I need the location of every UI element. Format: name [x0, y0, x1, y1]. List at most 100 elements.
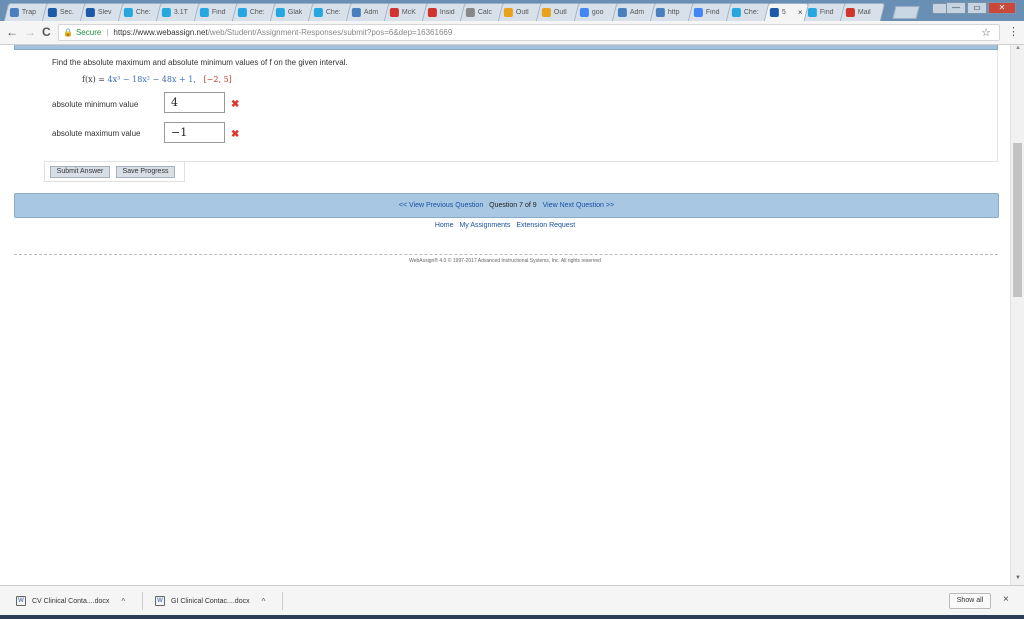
tab-label: Adm: [629, 9, 645, 16]
forward-button[interactable]: →: [24, 25, 36, 39]
address-bar[interactable]: 🔒 Secure | https://www.webassign.net /we…: [58, 24, 1000, 41]
webassign-page: Find the absolute maximum and absolute m…: [0, 45, 1010, 585]
extension-request-link[interactable]: Extension Request: [516, 222, 575, 229]
tab-label: 3.1T: [173, 9, 188, 16]
tab-label: Outl: [515, 9, 529, 16]
scrollbar-thumb[interactable]: [1013, 143, 1022, 297]
tab-label: Che:: [743, 9, 759, 16]
url-path: /web/Student/Assignment-Responses/submit…: [207, 28, 453, 37]
save-progress-button[interactable]: Save Progress: [116, 166, 175, 178]
tab-favicon-icon: [85, 8, 95, 17]
tab-label: Slev: [97, 9, 112, 16]
restore-button[interactable]: ▭: [967, 2, 987, 14]
tab-favicon-icon: [693, 8, 703, 17]
download-filename: CV Clinical Conta....docx: [32, 597, 110, 605]
tab-favicon-icon: [845, 8, 855, 17]
tab-favicon-icon: [769, 8, 779, 17]
tab-favicon-icon: [123, 8, 133, 17]
reload-button[interactable]: C: [42, 25, 51, 39]
tab-label: McK: [401, 9, 416, 16]
tab-label: Find: [705, 9, 720, 16]
tab-label: Find: [819, 9, 834, 16]
max-answer-input[interactable]: −1: [164, 122, 225, 143]
close-download-bar-icon[interactable]: ×: [1003, 594, 1009, 605]
my-assignments-link[interactable]: My Assignments: [459, 222, 510, 229]
tab-label: http: [667, 9, 680, 16]
scroll-up-icon[interactable]: ▲: [1011, 45, 1024, 55]
tab-favicon-icon: [313, 8, 323, 17]
download-divider: [282, 592, 283, 610]
min-answer-input[interactable]: 4: [164, 92, 225, 113]
back-button[interactable]: ←: [6, 25, 18, 39]
word-document-icon: W: [155, 596, 165, 606]
bookmark-star-icon[interactable]: ☆: [981, 26, 991, 39]
tab-label: Adm: [363, 9, 379, 16]
tab-favicon-icon: [731, 8, 741, 17]
tab-label: Che:: [249, 9, 265, 16]
tab-favicon-icon: [199, 8, 209, 17]
secure-label: Secure: [75, 28, 102, 37]
vertical-scrollbar[interactable]: ▲ ▼: [1010, 45, 1024, 585]
tab-label: Trap: [21, 9, 37, 16]
os-taskbar: [0, 615, 1024, 619]
incorrect-icon: ✖: [231, 99, 240, 110]
browser-tab[interactable]: 5 ×: [763, 3, 810, 21]
tab-label: Sec.: [59, 9, 74, 16]
tab-favicon-icon: [47, 8, 57, 17]
tab-label: Glak: [287, 9, 303, 16]
show-all-button[interactable]: Show all: [949, 593, 991, 609]
tab-favicon-icon: [9, 8, 19, 17]
question-nav-bar: << View Previous Question Question 7 of …: [14, 193, 999, 218]
footer-divider: [14, 254, 998, 255]
download-item[interactable]: W GI Clinical Contac....docx ^: [155, 593, 265, 609]
download-divider: [142, 592, 143, 610]
tab-favicon-icon: [427, 8, 437, 17]
browser-tab[interactable]: Mail: [839, 3, 886, 21]
tab-label: 5: [781, 9, 786, 16]
tab-favicon-icon: [579, 8, 589, 17]
incorrect-icon: ✖: [231, 129, 240, 140]
tab-favicon-icon: [351, 8, 361, 17]
close-window-button[interactable]: ✕: [988, 2, 1016, 14]
max-label: absolute maximum value: [52, 129, 141, 138]
minimize-button[interactable]: —: [946, 2, 966, 14]
tab-favicon-icon: [807, 8, 817, 17]
word-document-icon: W: [16, 596, 26, 606]
function-lhs: f(x) =: [82, 75, 108, 84]
chevron-up-icon[interactable]: ^: [121, 597, 125, 606]
tab-favicon-icon: [541, 8, 551, 17]
next-question-link[interactable]: View Next Question >>: [543, 202, 614, 209]
function-interval: [−2, 5]: [203, 75, 232, 84]
tab-favicon-icon: [617, 8, 627, 17]
url-host: https://www.webassign.net: [113, 28, 208, 37]
tab-label: Calc: [477, 9, 492, 16]
tab-label: Che:: [135, 9, 151, 16]
function-expression: f(x) = 4x³ − 18x² − 48x + 1, [−2, 5]: [82, 75, 232, 84]
download-item[interactable]: W CV Clinical Conta....docx ^: [16, 593, 125, 609]
tab-favicon-icon: [275, 8, 285, 17]
window-controls: — ▭ ✕: [946, 2, 1016, 14]
tab-label: goo: [591, 9, 604, 16]
submit-answer-button[interactable]: Submit Answer: [50, 166, 110, 178]
tab-label: Insid: [439, 9, 455, 16]
home-link[interactable]: Home: [435, 222, 454, 229]
question-counter: Question 7 of 9: [489, 202, 537, 209]
question-prompt: Find the absolute maximum and absolute m…: [52, 58, 348, 67]
scroll-down-icon[interactable]: ▼: [1011, 575, 1024, 585]
tab-list: Trap Sec. Slev Che: 3.1T Find Che: Glak Che: Adm M…: [3, 3, 886, 21]
browser-toolbar: ← → C 🔒 Secure | https://www.webassign.n…: [0, 21, 1024, 45]
browser-menu-icon[interactable]: ⋮: [1008, 25, 1019, 38]
copyright-text: WebAssign® 4.0 © 1997-2017 Advanced Inst…: [409, 258, 601, 264]
address-separator: |: [106, 28, 109, 37]
new-tab-button[interactable]: [892, 6, 920, 19]
prev-question-link[interactable]: << View Previous Question: [399, 202, 483, 209]
chevron-up-icon[interactable]: ^: [262, 597, 266, 606]
lock-icon: 🔒: [63, 28, 73, 37]
tab-favicon-icon: [503, 8, 513, 17]
tab-strip: Trap Sec. Slev Che: 3.1T Find Che: Glak Che: Adm M…: [0, 0, 1024, 21]
tab-label: Che:: [325, 9, 341, 16]
tab-close-icon[interactable]: ×: [798, 8, 803, 17]
download-filename: GI Clinical Contac....docx: [171, 597, 250, 605]
download-bar: W CV Clinical Conta....docx ^ W GI Clini…: [0, 585, 1024, 615]
footer-links: Home My Assignments Extension Request: [0, 222, 1010, 229]
